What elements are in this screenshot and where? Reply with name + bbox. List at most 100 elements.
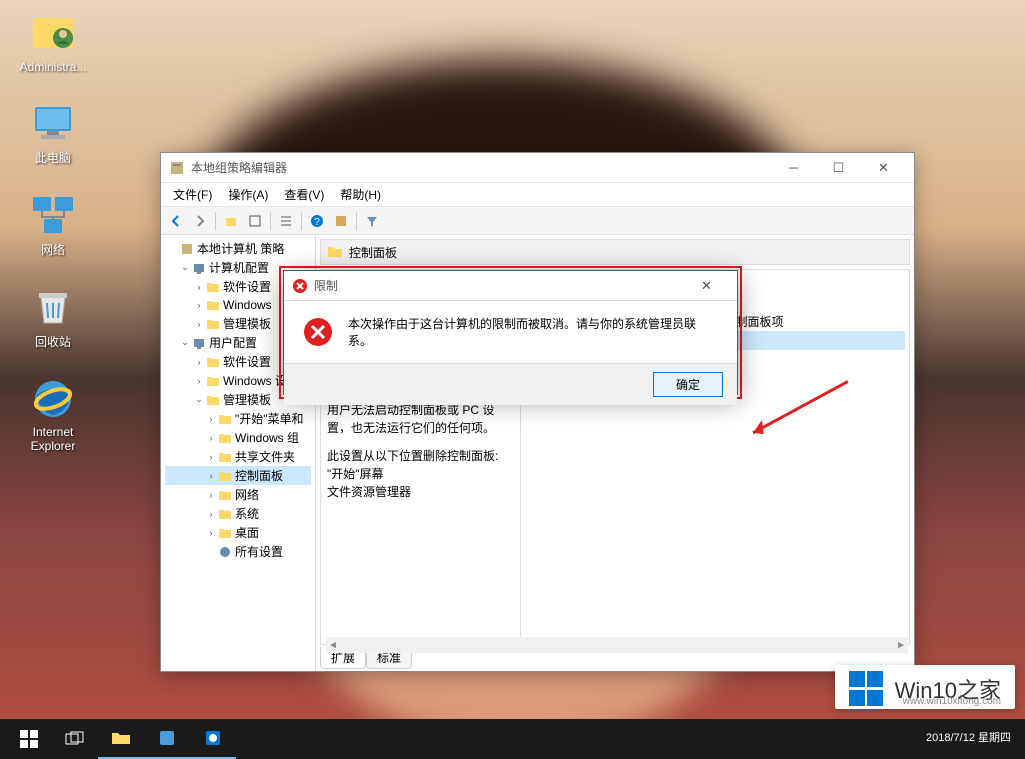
tree-item-label: 所有设置 (235, 543, 283, 560)
folder-icon (327, 244, 343, 260)
chevron-right-icon[interactable]: › (205, 452, 217, 462)
desc-text: 文件资源管理器 (327, 483, 514, 501)
tree-item-label: 用户配置 (209, 334, 257, 351)
folder-icon (205, 297, 221, 313)
chevron-down-icon[interactable]: ⌄ (193, 394, 205, 405)
tree-item[interactable]: › "开始"菜单和 (165, 409, 311, 428)
desktop-icon-admin[interactable]: Administra... (8, 10, 98, 74)
desktop-icon-label: 回收站 (35, 333, 71, 350)
task-view-button[interactable] (52, 719, 98, 759)
tree-item[interactable]: ›网络 (165, 485, 311, 504)
folder-icon (205, 279, 221, 295)
title-bar[interactable]: 本地组策略编辑器 ─ ☐ ✕ (161, 153, 914, 183)
up-button[interactable] (220, 210, 242, 232)
chevron-right-icon[interactable]: › (205, 414, 217, 424)
export-button[interactable] (330, 210, 352, 232)
chevron-right-icon[interactable]: › (205, 433, 217, 443)
menu-bar: 文件(F) 操作(A) 查看(V) 帮助(H) (161, 183, 914, 207)
chevron-right-icon[interactable]: › (205, 471, 217, 481)
desktop-icon-label: Administra... (20, 60, 87, 74)
ok-button[interactable]: 确定 (653, 372, 723, 397)
folder-icon (217, 468, 233, 484)
folder-icon (205, 316, 221, 332)
tree-item[interactable]: 所有设置 (165, 542, 311, 561)
start-button[interactable] (6, 719, 52, 759)
desc-text: "开始"屏幕 (327, 465, 514, 483)
tree-item-label: 管理模板 (223, 315, 271, 332)
tree-item-label: 共享文件夹 (235, 448, 295, 465)
tree-item-label: 软件设置 (223, 278, 271, 295)
taskbar-clock[interactable]: 2018/7/12 星期四 (926, 732, 1019, 745)
svg-text:?: ? (314, 217, 320, 228)
folder-icon (217, 487, 233, 503)
close-button[interactable]: ✕ (861, 154, 906, 182)
tree-item[interactable]: 本地计算机 策略 (165, 239, 311, 258)
tree-item-label: 计算机配置 (209, 259, 269, 276)
desktop-icon-ie[interactable]: Internet Explorer (8, 375, 98, 453)
taskbar-gpedit[interactable] (144, 719, 190, 759)
menu-help[interactable]: 帮助(H) (332, 184, 389, 205)
forward-button[interactable] (189, 210, 211, 232)
tree-item[interactable]: › 系统 (165, 504, 311, 523)
gear-icon (191, 335, 207, 351)
folder-icon (217, 525, 233, 541)
watermark: Win10之家 www.win10xitong.com (835, 665, 1015, 709)
restriction-dialog: 限制 ✕ 本次操作由于这台计算机的限制而被取消。请与你的系统管理员联系。 确定 (283, 270, 738, 395)
help-button[interactable]: ? (306, 210, 328, 232)
folder-icon (205, 354, 221, 370)
dialog-close-button[interactable]: ✕ (684, 272, 729, 300)
chevron-down-icon[interactable]: ⌄ (179, 262, 191, 273)
chevron-right-icon[interactable]: › (205, 509, 217, 519)
taskbar-file-explorer[interactable] (98, 719, 144, 759)
app-icon (169, 160, 185, 176)
list-button[interactable] (275, 210, 297, 232)
desktop-icons-area: Administra... 此电脑 网络 回收站 Internet Explor… (8, 10, 98, 478)
tree-item-label: Windows 组 (235, 429, 299, 446)
maximize-button[interactable]: ☐ (816, 154, 861, 182)
tree-item[interactable]: ›控制面板 (165, 466, 311, 485)
tree-item-label: Windows (223, 298, 272, 312)
filter-button[interactable] (361, 210, 383, 232)
toolbar: ? (161, 207, 914, 235)
windows-logo-icon (849, 671, 885, 707)
properties-button[interactable] (244, 210, 266, 232)
horizontal-scrollbar[interactable]: ◄► (326, 637, 908, 653)
folder-icon (217, 411, 233, 427)
menu-view[interactable]: 查看(V) (276, 184, 332, 205)
chevron-right-icon[interactable]: › (193, 376, 205, 386)
chevron-right-icon[interactable]: › (193, 282, 205, 292)
chevron-right-icon[interactable]: › (205, 528, 217, 538)
folder-icon (217, 430, 233, 446)
tree-item[interactable]: ›桌面 (165, 523, 311, 542)
tree-item-label: 本地计算机 策略 (197, 240, 284, 257)
folder-icon (217, 506, 233, 522)
chevron-right-icon[interactable]: › (193, 357, 205, 367)
desktop-icon-label: Internet Explorer (18, 425, 88, 453)
gear-icon (191, 260, 207, 276)
chevron-right-icon[interactable]: › (193, 319, 205, 329)
folder-icon (217, 449, 233, 465)
chevron-down-icon[interactable]: ⌄ (179, 337, 191, 348)
menu-file[interactable]: 文件(F) (165, 184, 220, 205)
taskbar[interactable]: 2018/7/12 星期四 (0, 719, 1025, 759)
menu-action[interactable]: 操作(A) (220, 184, 276, 205)
tree-item-label: "开始"菜单和 (235, 410, 304, 427)
chevron-right-icon[interactable]: › (205, 490, 217, 500)
dialog-message: 本次操作由于这台计算机的限制而被取消。请与你的系统管理员联系。 (348, 315, 719, 349)
tree-item[interactable]: › 共享文件夹 (165, 447, 311, 466)
desktop-icon-recycle-bin[interactable]: 回收站 (8, 283, 98, 350)
error-icon (292, 278, 308, 294)
back-button[interactable] (165, 210, 187, 232)
minimize-button[interactable]: ─ (771, 154, 816, 182)
tree-item[interactable]: › Windows 组 (165, 428, 311, 447)
tree-item-label: 管理模板 (223, 391, 271, 408)
tree-item-label: 软件设置 (223, 353, 271, 370)
taskbar-app[interactable] (190, 719, 236, 759)
chevron-right-icon[interactable]: › (193, 300, 205, 310)
watermark-url: www.win10xitong.com (903, 696, 1001, 707)
desktop-icon-network[interactable]: 网络 (8, 191, 98, 258)
tree-item-label: 系统 (235, 505, 259, 522)
error-icon (302, 316, 334, 348)
dialog-title: 限制 (314, 277, 684, 294)
desktop-icon-this-pc[interactable]: 此电脑 (8, 99, 98, 166)
